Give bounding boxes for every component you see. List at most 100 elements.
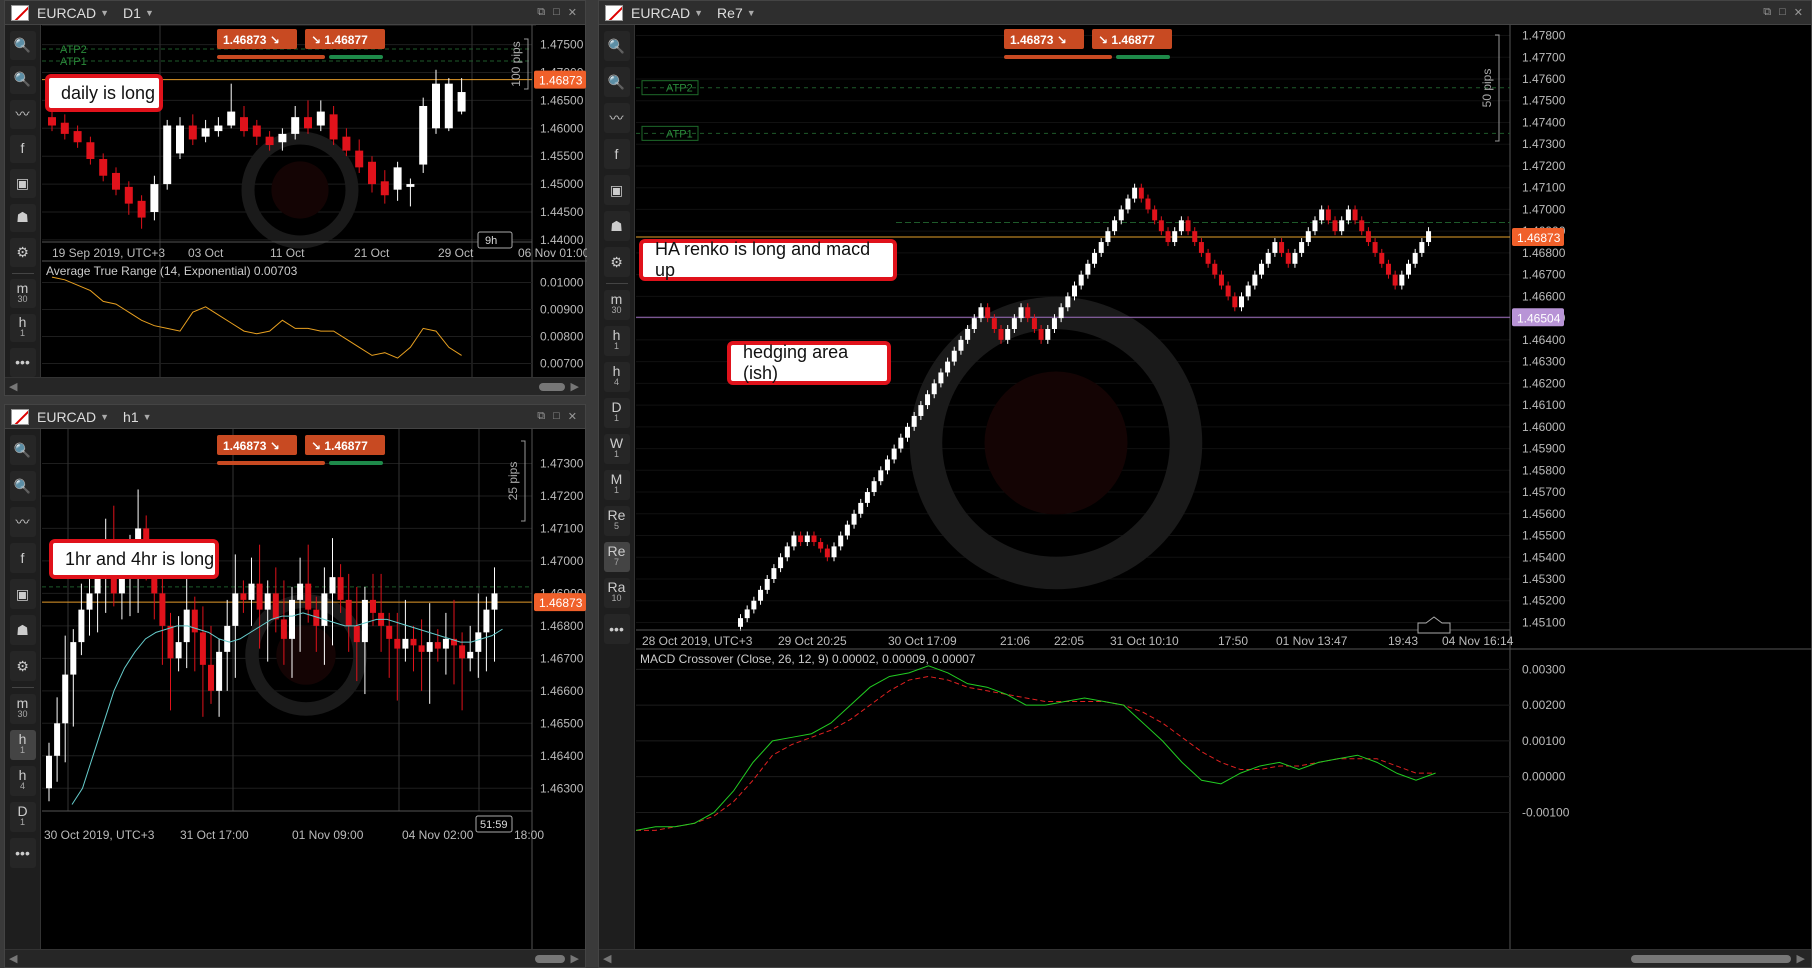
close-icon[interactable]: ✕: [1794, 6, 1803, 19]
y-tick-label: 0.00900: [540, 303, 584, 317]
h1-candle: [467, 651, 474, 659]
maximize-icon[interactable]: □: [1779, 6, 1786, 19]
timeframe-button-D1[interactable]: D1: [9, 802, 36, 832]
scroll-thumb[interactable]: [535, 955, 565, 963]
scroll-left-icon[interactable]: ◀: [603, 952, 611, 965]
d1-candle: [329, 114, 338, 140]
timeframe-button-Ra10[interactable]: Ra 10: [603, 578, 630, 608]
symbol-selector[interactable]: EURCAD: [631, 5, 690, 21]
zoom-out-icon[interactable]: 🔍: [603, 67, 630, 97]
h1-candle: [248, 583, 255, 600]
timeframe-button-h4[interactable]: h4: [9, 766, 36, 796]
maximize-icon[interactable]: □: [553, 6, 560, 19]
d1-candle: [444, 83, 453, 129]
trader-icon[interactable]: ☗: [9, 615, 36, 645]
y-tick-label: 1.46800: [540, 619, 584, 633]
timeframe-selector[interactable]: D1: [123, 5, 141, 21]
timeframe-selector[interactable]: Re7: [717, 5, 743, 21]
horizontal-scrollbar[interactable]: ◀ ▶: [599, 949, 1811, 967]
chevron-down-icon[interactable]: ▼: [143, 412, 152, 422]
maximize-icon[interactable]: □: [553, 410, 560, 423]
scroll-right-icon[interactable]: ▶: [1797, 952, 1805, 965]
timeframe-button-Re5[interactable]: Re 5: [603, 506, 630, 536]
detach-icon[interactable]: ⧉: [537, 6, 545, 19]
horizontal-scrollbar[interactable]: ◀ ▶: [5, 949, 585, 967]
scroll-left-icon[interactable]: ◀: [9, 952, 17, 965]
more-icon[interactable]: •••: [9, 838, 36, 868]
scroll-right-icon[interactable]: ▶: [571, 952, 579, 965]
zoom-in-icon[interactable]: 🔍: [603, 31, 630, 61]
atp2-label: ATP2: [666, 83, 693, 95]
d1-candle: [163, 125, 172, 185]
scroll-left-icon[interactable]: ◀: [9, 380, 17, 393]
renko-brick: [1178, 220, 1184, 232]
chevron-down-icon[interactable]: ▼: [694, 8, 703, 18]
renko-brick: [1312, 220, 1318, 232]
settings-icon[interactable]: ⚙: [9, 238, 36, 267]
zoom-out-icon[interactable]: 🔍: [9, 471, 36, 501]
settings-icon[interactable]: ⚙: [9, 651, 36, 681]
timeframe-button-D1[interactable]: D1: [603, 398, 630, 428]
x-tick-label: 29 Oct 20:25: [778, 634, 847, 648]
more-icon[interactable]: •••: [603, 614, 630, 644]
facebook-icon[interactable]: f: [9, 543, 36, 573]
indicators-icon[interactable]: 〰: [603, 103, 630, 133]
sell-volume-bar: [217, 461, 325, 465]
atp2-label: ATP2: [60, 44, 87, 56]
scroll-thumb[interactable]: [539, 383, 565, 391]
cbot-icon[interactable]: ▣: [603, 175, 630, 205]
d1-candle: [265, 136, 274, 146]
h1-candle: [216, 651, 223, 691]
symbol-flag-icon: [11, 408, 29, 425]
chevron-down-icon[interactable]: ▼: [100, 412, 109, 422]
zoom-in-icon[interactable]: 🔍: [9, 435, 36, 465]
indicators-icon[interactable]: 〰: [9, 100, 36, 129]
trader-icon[interactable]: ☗: [603, 211, 630, 241]
watermark-logo-core: [984, 371, 1128, 515]
detach-icon[interactable]: ⧉: [1763, 6, 1771, 19]
horizontal-scrollbar[interactable]: ◀ ▶: [5, 377, 585, 395]
timeframe-button-Re7[interactable]: Re 7: [603, 542, 630, 572]
timeframe-button-m30[interactable]: m 30: [9, 694, 36, 724]
timeframe-button-h1[interactable]: h1: [9, 730, 36, 760]
zoom-out-icon[interactable]: 🔍: [9, 65, 36, 94]
close-icon[interactable]: ✕: [568, 6, 577, 19]
facebook-icon[interactable]: f: [603, 139, 630, 169]
timeframe-button-M1[interactable]: M1: [603, 470, 630, 500]
timeframe-button-W1[interactable]: W1: [603, 434, 630, 464]
cbot-icon[interactable]: ▣: [9, 579, 36, 609]
renko-brick: [738, 618, 743, 627]
h1-candle: [491, 593, 498, 610]
timeframe-button-h1[interactable]: h1: [603, 326, 630, 356]
settings-icon[interactable]: ⚙: [603, 247, 630, 277]
d1-candle: [291, 117, 300, 134]
facebook-icon[interactable]: f: [9, 134, 36, 163]
symbol-selector[interactable]: EURCAD: [37, 5, 96, 21]
chevron-down-icon[interactable]: ▼: [100, 8, 109, 18]
detach-icon[interactable]: ⧉: [537, 410, 545, 423]
zoom-in-icon[interactable]: 🔍: [9, 31, 36, 60]
timeframe-selector[interactable]: h1: [123, 409, 139, 425]
close-icon[interactable]: ✕: [568, 410, 577, 423]
cbot-icon[interactable]: ▣: [9, 169, 36, 198]
renko-brick: [884, 459, 890, 471]
chart-area[interactable]: 1.473001.472001.471001.470001.469001.468…: [42, 429, 587, 951]
d1-candle: [368, 161, 376, 185]
y-tick-label: 1.46500: [540, 93, 584, 107]
timeframe-button-m30[interactable]: m 30: [9, 279, 36, 308]
symbol-selector[interactable]: EURCAD: [37, 409, 96, 425]
indicators-icon[interactable]: 〰: [9, 507, 36, 537]
chevron-down-icon[interactable]: ▼: [747, 8, 756, 18]
timeframe-button-h1[interactable]: h1: [9, 313, 36, 343]
y-tick-label: 1.47300: [1522, 137, 1566, 151]
trader-icon[interactable]: ☗: [9, 203, 36, 232]
h1-candle: [159, 593, 166, 626]
renko-brick: [1385, 263, 1391, 275]
scroll-right-icon[interactable]: ▶: [571, 380, 579, 393]
scroll-thumb[interactable]: [1631, 955, 1791, 963]
timeframe-button-h4[interactable]: h4: [603, 362, 630, 392]
more-icon[interactable]: •••: [9, 348, 36, 377]
chevron-down-icon[interactable]: ▼: [145, 8, 154, 18]
timeframe-button-m30[interactable]: m 30: [603, 290, 630, 320]
chart-area[interactable]: 1.47800 1.47700 1.47600 1.47500 1.47400 1.473…: [636, 25, 1812, 951]
